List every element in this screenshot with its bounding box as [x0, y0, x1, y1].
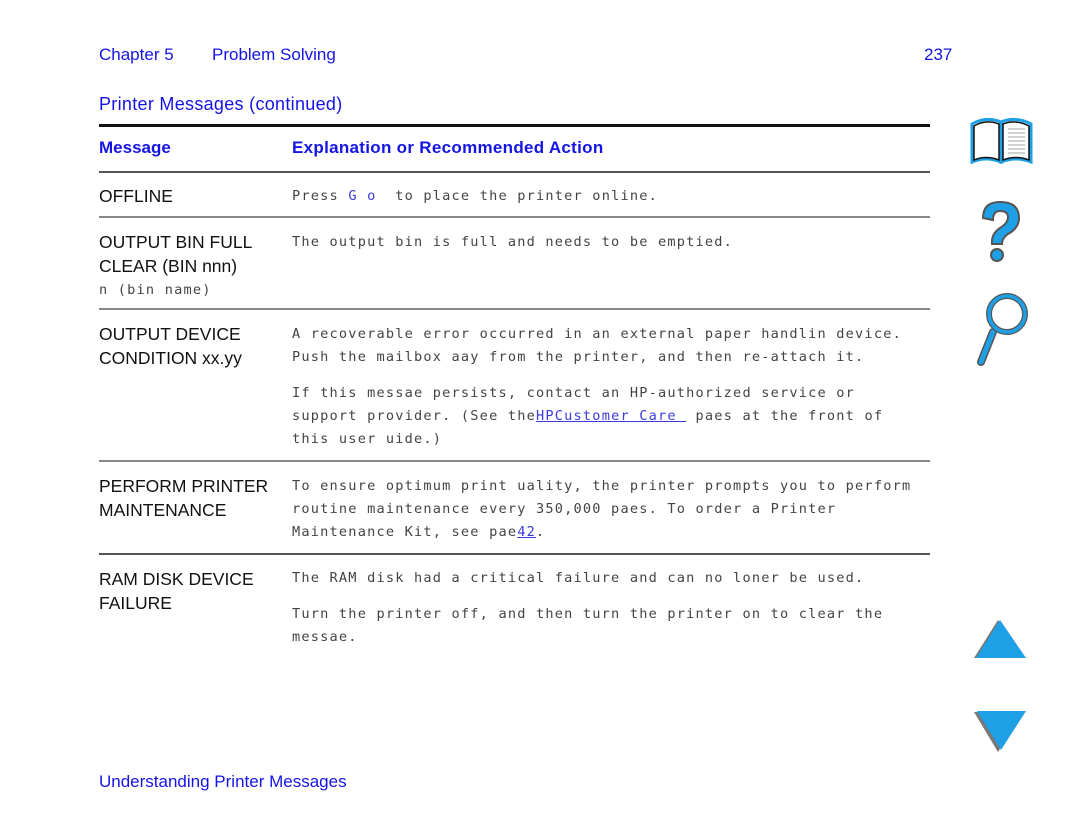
explanation-text: The output bin is full and needs to be e… [292, 234, 734, 250]
help-button[interactable] [975, 198, 1025, 269]
previous-page-button[interactable] [974, 618, 1030, 665]
next-page-button[interactable] [974, 710, 1030, 759]
explanation-text: The RAM disk had a critical failure and … [292, 570, 865, 586]
column-header-message: Message [99, 138, 171, 157]
explanation-line: routine maintenance every 350,000 paes. … [292, 501, 837, 517]
section-title: Printer Messages (continued) [99, 94, 343, 114]
row-separator [99, 216, 930, 218]
message-line: CONDITION xx.yy [99, 348, 242, 368]
explanation-text: A recoverable error occurred in an exter… [292, 323, 902, 369]
explanation-line-pre: Maintenance Kit, see pae [292, 524, 518, 540]
page-42-link[interactable]: 42 [517, 524, 536, 540]
explanation-post: to place the printer online. [376, 188, 658, 204]
explanation-line: If this messae persists, contact an HP-a… [292, 385, 856, 401]
explanation-line-post: . [536, 524, 546, 540]
table-top-rule [99, 124, 930, 127]
message-line: OUTPUT BIN FULL [99, 232, 253, 252]
explanation-line: this user uide.) [292, 431, 443, 447]
header-separator [99, 171, 930, 173]
explanation-line: A recoverable error occurred in an exter… [292, 326, 902, 342]
contents-button[interactable] [968, 114, 1036, 171]
explanation-pre: Press [292, 188, 349, 204]
message-name: RAM DISK DEVICE FAILURE [99, 567, 254, 615]
up-triangle-icon [974, 620, 1026, 658]
down-triangle-icon [974, 711, 1026, 752]
chapter-label: Chapter 5 [99, 45, 174, 64]
customer-care-link[interactable]: HPCustomer Care [536, 408, 686, 424]
footer-section-link[interactable]: Understanding Printer Messages [99, 772, 347, 792]
message-line: OUTPUT DEVICE [99, 324, 241, 344]
message-name: OUTPUT BIN FULL CLEAR (BIN nnn) n (bin n… [99, 230, 252, 302]
row-separator [99, 460, 930, 462]
question-mark-icon [981, 200, 1021, 262]
explanation-text-2: Turn the printer off, and then turn the … [292, 603, 883, 649]
message-line: PERFORM PRINTER [99, 476, 269, 496]
explanation-line: Turn the printer off, and then turn the … [292, 606, 884, 622]
message-line: RAM DISK DEVICE [99, 569, 254, 589]
message-name: OFFLINE [99, 186, 173, 206]
chapter-title: Problem Solving [212, 45, 336, 64]
message-name: OUTPUT DEVICE CONDITION xx.yy [99, 322, 242, 370]
page-number: 237 [924, 45, 953, 64]
message-line: CLEAR (BIN nnn) [99, 256, 238, 276]
magnifier-icon [977, 293, 1028, 366]
message-subtext: n (bin name) [99, 282, 212, 298]
message-line: MAINTENANCE [99, 500, 227, 520]
explanation-text: To ensure optimum print uality, the prin… [292, 475, 911, 544]
row-separator [99, 308, 930, 310]
book-icon [970, 117, 1033, 165]
message-name: PERFORM PRINTER MAINTENANCE [99, 474, 268, 522]
explanation-text: Press G o to place the printer online. [292, 185, 658, 208]
message-line: FAILURE [99, 593, 172, 613]
search-button[interactable] [975, 290, 1031, 371]
explanation-line-pre: support provider. (See the [292, 408, 536, 424]
go-key-label: G o [348, 188, 377, 204]
explanation-line-post: paes at the front of [686, 408, 884, 424]
explanation-line: To ensure optimum print uality, the prin… [292, 478, 912, 494]
explanation-text-2: If this messae persists, contact an HP-a… [292, 382, 883, 451]
explanation-line: Push the mailbox aay from the printer, a… [292, 349, 865, 365]
explanation-line: messae. [292, 629, 358, 645]
column-header-explanation: Explanation or Recommended Action [292, 138, 604, 157]
row-separator [99, 553, 930, 555]
